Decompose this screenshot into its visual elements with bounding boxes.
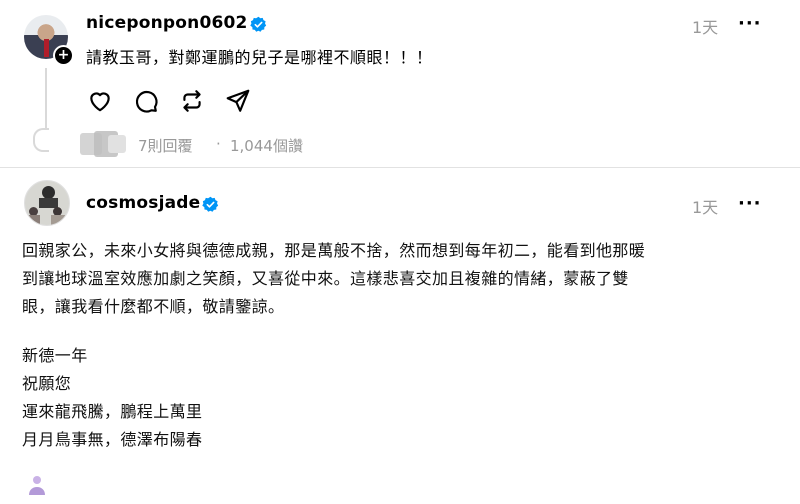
text-line: 新德一年 [22,346,88,365]
stats-separator: · [216,135,221,153]
post-text: 請教玉哥，對鄭運鵬的兒子是哪裡不順眼！！！ [86,48,433,67]
person-emoji-icon [29,476,45,495]
repost-icon [183,90,201,112]
comment-icon [135,90,158,113]
text-line: 眼，讓我看什麼都不順，敬請鑒諒。 [22,297,285,316]
text-line: 運來龍飛騰，鵬程上萬里 [22,402,203,421]
verified-badge-icon [250,16,267,32]
avatar[interactable] [24,180,70,226]
follow-plus-icon[interactable]: + [53,45,74,66]
more-options-button[interactable]: ··· [738,193,762,214]
text-line: 到讓地球溫室效應加劇之笑顏，又喜從中來。這樣悲喜交加且複雜的情緒，蒙蔽了雙 [22,269,629,288]
repost-button[interactable] [179,88,205,114]
thread-connector [33,128,49,152]
reply-avatars[interactable] [80,131,126,157]
more-options-button[interactable]: ··· [738,13,762,34]
comment-button[interactable] [133,88,159,114]
post-time: 1天 [692,198,719,217]
text-line: 月月鳥事無，德澤布陽春 [22,430,203,449]
heart-icon [90,92,110,112]
like-button[interactable] [87,88,113,114]
username[interactable]: niceponpon0602 [86,13,248,33]
thread-line [45,68,47,128]
reply-count-link[interactable]: 7則回覆 [138,135,193,156]
post-paragraph: 回親家公，未來小女將與德德成親，那是萬般不捨，然而想到每年初二，能看到他那暖 到… [22,237,645,321]
share-button[interactable] [225,88,251,114]
text-line: 祝願您 [22,374,72,393]
share-icon [226,89,250,112]
post-poem: 新德一年 祝願您 運來龍飛騰，鵬程上萬里 月月鳥事無，德澤布陽春 [22,342,202,454]
post-time: 1天 [692,18,719,37]
verified-badge-icon [202,196,219,212]
like-count-link[interactable]: 1,044個讚 [230,135,303,156]
text-line: 回親家公，未來小女將與德德成親，那是萬般不捨，然而想到每年初二，能看到他那暖 [22,241,646,260]
username[interactable]: cosmosjade [86,193,200,213]
post-divider [0,167,800,168]
